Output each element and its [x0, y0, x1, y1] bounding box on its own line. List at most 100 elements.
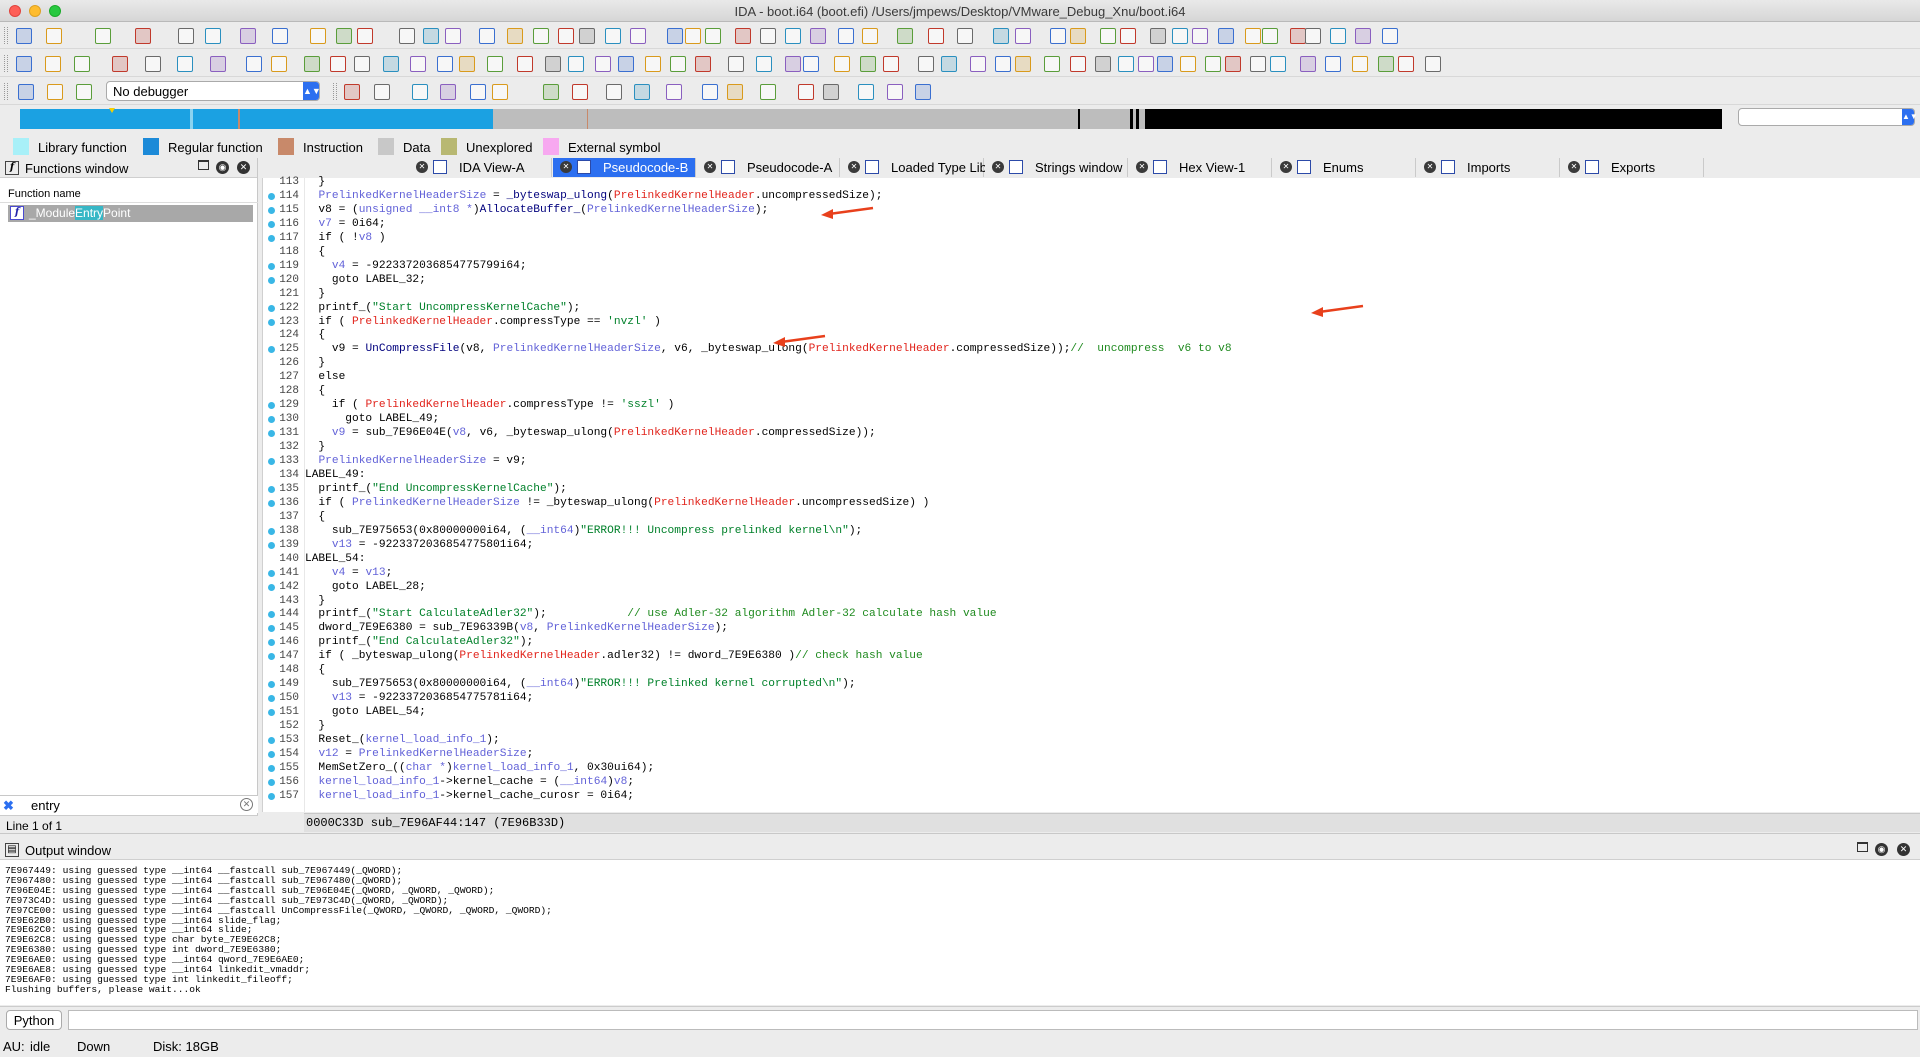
toolbar-tool-icon[interactable] — [470, 84, 486, 100]
toolbar-tool-icon[interactable] — [606, 84, 622, 100]
tab-hex-view-1[interactable]: ✕ Hex View-1 — [1129, 158, 1272, 177]
navigation-bar[interactable] — [20, 108, 1722, 129]
function-name-column-header[interactable]: Function name — [0, 185, 258, 203]
toolbar-tool-icon[interactable] — [728, 56, 744, 72]
toolbar-tool-icon[interactable] — [507, 28, 523, 44]
line-number[interactable]: 138 — [263, 525, 303, 539]
toolbar-tool-icon[interactable] — [330, 56, 346, 72]
toolbar-tool-icon[interactable] — [685, 28, 701, 44]
code-line[interactable]: v13 = -9223372036854775801i64; — [305, 539, 533, 553]
line-number[interactable]: 129 — [263, 399, 303, 413]
tab-close-icon[interactable]: ✕ — [1136, 161, 1148, 173]
toolbar-tool-icon[interactable] — [572, 84, 588, 100]
code-line[interactable]: v4 = v13; — [305, 567, 392, 581]
toolbar-tool-icon[interactable] — [47, 84, 63, 100]
line-number[interactable]: 141 — [263, 567, 303, 581]
toolbar-tool-icon[interactable] — [1330, 28, 1346, 44]
toolbar-tool-icon[interactable] — [210, 56, 226, 72]
toolbar-tool-icon[interactable] — [702, 84, 718, 100]
toolbar-tool-icon[interactable] — [344, 84, 360, 100]
toolbar-tool-icon[interactable] — [1382, 28, 1398, 44]
line-number[interactable]: 128 — [263, 385, 303, 399]
toolbar-tool-icon[interactable] — [834, 56, 850, 72]
code-line[interactable]: MemSetZero_((char *)kernel_load_info_1, … — [305, 762, 654, 776]
breakpoint-dot-icon[interactable] — [268, 681, 275, 689]
code-line[interactable]: if ( !v8 ) — [305, 232, 385, 246]
toolbar-tool-icon[interactable] — [1325, 56, 1341, 72]
toolbar-tool-icon[interactable] — [177, 56, 193, 72]
toolbar-tool-icon[interactable] — [862, 28, 878, 44]
toolbar-tool-icon[interactable] — [1070, 56, 1086, 72]
toolbar-tool-icon[interactable] — [374, 84, 390, 100]
line-number[interactable]: 153 — [263, 734, 303, 748]
tab-pseudocode-b[interactable]: ✕ Pseudocode-B — [553, 158, 696, 177]
code-line[interactable]: v8 = (unsigned __int8 *)AllocateBuffer_(… — [305, 204, 768, 218]
toolbar-tool-icon[interactable] — [76, 84, 92, 100]
toolbar-tool-icon[interactable] — [760, 84, 776, 100]
line-number[interactable]: 118 — [263, 246, 303, 260]
toolbar-tool-icon[interactable] — [1218, 28, 1234, 44]
tab-exports[interactable]: ✕ Exports — [1561, 158, 1704, 177]
clear-search-icon[interactable]: ✕ — [240, 798, 253, 811]
toolbar-tool-icon[interactable] — [928, 28, 944, 44]
breakpoint-dot-icon[interactable] — [268, 318, 275, 326]
toolbar-tool-icon[interactable] — [810, 28, 826, 44]
line-number[interactable]: 147 — [263, 650, 303, 664]
toolbar-tool-icon[interactable] — [785, 28, 801, 44]
line-number[interactable]: 134 — [263, 469, 303, 483]
toolbar-tool-icon[interactable] — [1015, 28, 1031, 44]
toolbar-tool-icon[interactable] — [1192, 28, 1208, 44]
toolbar-tool-icon[interactable] — [1150, 28, 1166, 44]
toolbar-tool-icon[interactable] — [492, 84, 508, 100]
breakpoint-dot-icon[interactable] — [268, 499, 275, 507]
toolbar-tool-icon[interactable] — [1225, 56, 1241, 72]
toolbar-tool-icon[interactable] — [1352, 56, 1368, 72]
code-line[interactable]: v9 = sub_7E96E04E(v8, v6, _byteswap_ulon… — [305, 427, 876, 441]
breakpoint-dot-icon[interactable] — [268, 416, 275, 424]
code-line[interactable]: kernel_load_info_1->kernel_cache = (__in… — [305, 776, 634, 790]
breakpoint-dot-icon[interactable] — [268, 220, 275, 228]
line-number[interactable]: 151 — [263, 706, 303, 720]
python-command-input[interactable] — [68, 1010, 1918, 1030]
toolbar-tool-icon[interactable] — [310, 28, 326, 44]
toolbar-tool-icon[interactable] — [941, 56, 957, 72]
code-line[interactable]: sub_7E975653(0x80000000i64, (__int64)"ER… — [305, 678, 856, 692]
toolbar-tool-icon[interactable] — [1095, 56, 1111, 72]
line-number[interactable]: 123 — [263, 316, 303, 330]
breakpoint-dot-icon[interactable] — [268, 430, 275, 438]
tab-imports[interactable]: ✕ Imports — [1417, 158, 1560, 177]
toolbar-grip[interactable] — [4, 83, 8, 100]
line-number[interactable]: 157 — [263, 790, 303, 804]
code-line[interactable]: } — [305, 357, 325, 371]
breakpoint-dot-icon[interactable] — [268, 192, 275, 200]
toolbar-tool-icon[interactable] — [1180, 56, 1196, 72]
toolbar-tool-icon[interactable] — [410, 56, 426, 72]
code-line[interactable]: } — [305, 441, 325, 455]
line-number[interactable]: 140 — [263, 553, 303, 567]
toolbar-tool-icon[interactable] — [579, 28, 595, 44]
toolbar-tool-icon[interactable] — [695, 56, 711, 72]
code-line[interactable]: PrelinkedKernelHeaderSize = v9; — [305, 455, 526, 469]
code-line[interactable]: printf_("End CalculateAdler32"); — [305, 636, 533, 650]
code-line[interactable]: printf_("Start UncompressKernelCache"); — [305, 302, 580, 316]
code-line[interactable]: goto LABEL_32; — [305, 274, 426, 288]
code-line[interactable]: { — [305, 246, 325, 260]
code-line[interactable]: } — [305, 720, 325, 734]
toolbar-tool-icon[interactable] — [45, 56, 61, 72]
toolbar-tool-icon[interactable] — [357, 28, 373, 44]
nav-segment-select[interactable]: ▲▼ — [1738, 108, 1918, 126]
breakpoint-dot-icon[interactable] — [268, 527, 275, 535]
toolbar-tool-icon[interactable] — [858, 84, 874, 100]
tab-pseudocode-a[interactable]: ✕ Pseudocode-A — [697, 158, 840, 177]
breakpoint-dot-icon[interactable] — [268, 625, 275, 633]
toolbar-tool-icon[interactable] — [1355, 28, 1371, 44]
toolbar-tool-icon[interactable] — [1120, 28, 1136, 44]
toolbar-tool-icon[interactable] — [145, 56, 161, 72]
line-number[interactable]: 135 — [263, 483, 303, 497]
toolbar-tool-icon[interactable] — [645, 56, 661, 72]
restore-window-icon[interactable] — [1857, 842, 1868, 852]
toolbar-tool-icon[interactable] — [918, 56, 934, 72]
tab-loaded-type-libraries[interactable]: ✕ Loaded Type Libraries — [841, 158, 1019, 177]
code-line[interactable]: else — [305, 371, 345, 385]
breakpoint-dot-icon[interactable] — [268, 764, 275, 772]
